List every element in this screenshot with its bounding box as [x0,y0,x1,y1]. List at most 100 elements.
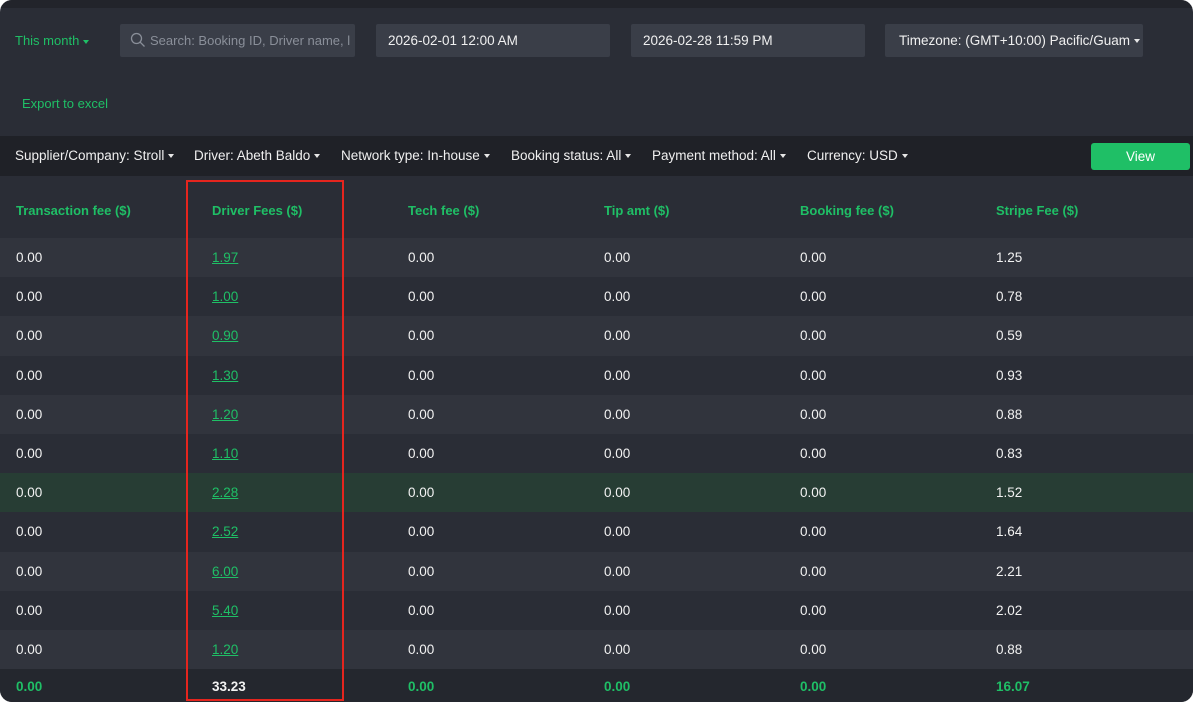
period-label: This month [15,33,80,48]
table-row: 0.00 1.97 0.00 0.00 0.00 1.25 [0,238,1193,278]
booking-fee-cell: 0.00 [800,250,827,266]
transaction-fee-cell: 0.00 [16,524,43,540]
driver-fee-link[interactable]: 1.20 [212,642,238,657]
driver-fee-link[interactable]: 5.40 [212,603,238,618]
total-booking-fee: 0.00 [800,678,827,694]
report-panel: This month 2026-02-01 12:00 AM 2026-02-2… [0,0,1193,702]
transaction-fee-cell: 0.00 [16,563,43,579]
total-tip-amt: 0.00 [604,678,631,694]
transaction-fee-cell: 0.00 [16,367,43,383]
driver-fee-link[interactable]: 6.00 [212,564,238,579]
search-box[interactable] [120,24,355,57]
stripe-fee-cell: 2.21 [996,563,1023,579]
booking-fee-cell: 0.00 [800,641,827,657]
tip-amt-cell: 0.00 [604,641,631,657]
transaction-fee-cell: 0.00 [16,250,43,266]
search-input[interactable] [150,24,350,57]
top-strip [0,0,1193,8]
export-to-excel-link[interactable]: Export to excel [22,96,108,111]
chevron-down-icon [483,154,490,159]
driver-fee-link[interactable]: 1.00 [212,289,238,304]
table-row: 0.00 1.30 0.00 0.00 0.00 0.93 [0,355,1193,395]
driver-fee-link[interactable]: 0.90 [212,328,238,343]
filter-bar: Supplier/Company: Stroll Driver: Abeth B… [0,136,1193,176]
tech-fee-cell: 0.00 [408,446,435,462]
header-transaction-fee[interactable]: Transaction fee ($) [16,182,131,238]
tip-amt-cell: 0.00 [604,563,631,579]
chevron-down-icon [168,154,175,159]
stripe-fee-cell: 0.93 [996,367,1023,383]
driver-filter[interactable]: Driver: Abeth Baldo [194,136,321,176]
table-row: 0.00 1.20 0.00 0.00 0.00 0.88 [0,629,1193,670]
stripe-fee-cell: 1.25 [996,250,1023,266]
table-row: 0.00 2.52 0.00 0.00 0.00 1.64 [0,512,1193,552]
header-booking-fee[interactable]: Booking fee ($) [800,182,894,238]
tech-fee-cell: 0.00 [408,485,435,501]
total-stripe-fee: 16.07 [996,678,1030,694]
tech-fee-cell: 0.00 [408,524,435,540]
driver-fee-link[interactable]: 1.30 [212,368,238,383]
transaction-fee-cell: 0.00 [16,289,43,305]
stripe-fee-cell: 1.52 [996,485,1023,501]
tip-amt-cell: 0.00 [604,602,631,618]
timezone-label: Timezone: (GMT+10:00) Pacific/Guam [899,33,1130,48]
tip-amt-cell: 0.00 [604,446,631,462]
driver-fee-link[interactable]: 1.20 [212,407,238,422]
currency-filter[interactable]: Currency: USD [807,136,908,176]
header-tech-fee[interactable]: Tech fee ($) [408,182,479,238]
tip-amt-cell: 0.00 [604,250,631,266]
view-button[interactable]: View [1091,143,1190,170]
booking-fee-cell: 0.00 [800,602,827,618]
payment-method-filter-label: Payment method: All [652,148,776,163]
tech-fee-cell: 0.00 [408,367,435,383]
booking-fee-cell: 0.00 [800,485,827,501]
start-date-field[interactable]: 2026-02-01 12:00 AM [376,24,610,57]
tech-fee-cell: 0.00 [408,602,435,618]
tech-fee-cell: 0.00 [408,250,435,266]
driver-fee-link[interactable]: 1.10 [212,446,238,461]
tip-amt-cell: 0.00 [604,524,631,540]
tech-fee-cell: 0.00 [408,289,435,305]
booking-status-filter-label: Booking status: All [511,148,622,163]
tech-fee-cell: 0.00 [408,406,435,422]
driver-fee-link[interactable]: 2.28 [212,485,238,500]
fees-table: Transaction fee ($) Driver Fees ($) Tech… [0,182,1193,702]
header-driver-fees[interactable]: Driver Fees ($) [212,182,302,238]
booking-fee-cell: 0.00 [800,524,827,540]
stripe-fee-cell: 0.78 [996,289,1023,305]
tech-fee-cell: 0.00 [408,563,435,579]
table-row: 0.00 1.20 0.00 0.00 0.00 0.88 [0,394,1193,434]
stripe-fee-cell: 0.88 [996,641,1023,657]
tech-fee-cell: 0.00 [408,641,435,657]
tip-amt-cell: 0.00 [604,328,631,344]
transaction-fee-cell: 0.00 [16,641,43,657]
tip-amt-cell: 0.00 [604,367,631,383]
stripe-fee-cell: 0.59 [996,328,1023,344]
payment-method-filter[interactable]: Payment method: All [652,136,786,176]
timezone-dropdown[interactable]: Timezone: (GMT+10:00) Pacific/Guam [885,24,1143,57]
booking-fee-cell: 0.00 [800,367,827,383]
header-stripe-fee[interactable]: Stripe Fee ($) [996,182,1078,238]
tip-amt-cell: 0.00 [604,289,631,305]
network-type-filter[interactable]: Network type: In-house [341,136,490,176]
table-header-row: Transaction fee ($) Driver Fees ($) Tech… [0,182,1193,238]
header-tip-amt[interactable]: Tip amt ($) [604,182,670,238]
total-transaction-fee: 0.00 [16,678,43,694]
supplier-filter-label: Supplier/Company: Stroll [15,148,165,163]
booking-fee-cell: 0.00 [800,289,827,305]
period-dropdown[interactable]: This month [15,30,90,52]
stripe-fee-cell: 0.88 [996,406,1023,422]
end-date-field[interactable]: 2026-02-28 11:59 PM [631,24,865,57]
supplier-filter[interactable]: Supplier/Company: Stroll [15,136,175,176]
table-totals-row: 0.00 33.23 0.00 0.00 0.00 16.07 [0,669,1193,702]
booking-status-filter[interactable]: Booking status: All [511,136,632,176]
driver-filter-label: Driver: Abeth Baldo [194,148,311,163]
booking-fee-cell: 0.00 [800,328,827,344]
total-tech-fee: 0.00 [408,678,435,694]
driver-fee-link[interactable]: 1.97 [212,250,238,265]
tip-amt-cell: 0.00 [604,406,631,422]
booking-fee-cell: 0.00 [800,446,827,462]
search-icon [130,32,145,47]
driver-fee-link[interactable]: 2.52 [212,524,238,539]
top-filter-bar: This month 2026-02-01 12:00 AM 2026-02-2… [0,8,1193,136]
